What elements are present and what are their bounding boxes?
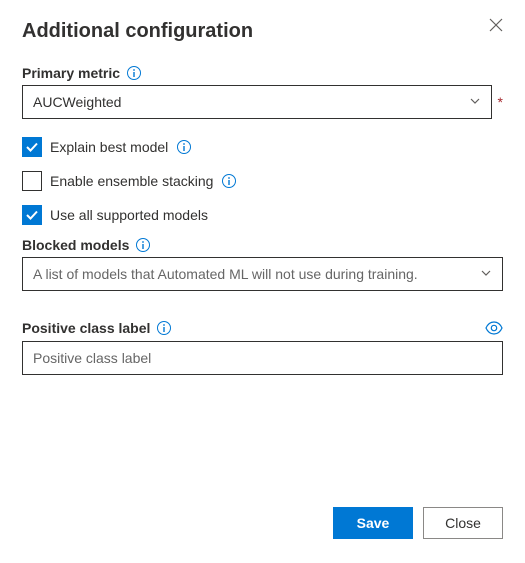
- info-icon[interactable]: [126, 65, 142, 81]
- blocked-models-select[interactable]: A list of models that Automated ML will …: [22, 257, 503, 291]
- primary-metric-select-wrap: AUCWeighted *: [22, 85, 503, 119]
- close-icon[interactable]: [489, 18, 503, 35]
- chevron-down-icon: [480, 266, 492, 282]
- primary-metric-label: Primary metric: [22, 65, 120, 81]
- info-icon[interactable]: [176, 139, 192, 155]
- info-icon[interactable]: [221, 173, 237, 189]
- use-all-models-label[interactable]: Use all supported models: [50, 207, 208, 223]
- chevron-down-icon: [469, 94, 481, 110]
- positive-class-label-row: Positive class label: [22, 319, 503, 337]
- ensemble-stacking-row: Enable ensemble stacking: [22, 171, 503, 191]
- positive-class-label: Positive class label: [22, 320, 150, 336]
- blocked-models-placeholder: A list of models that Automated ML will …: [33, 266, 418, 282]
- footer: Save Close: [333, 507, 503, 539]
- ensemble-stacking-label[interactable]: Enable ensemble stacking: [50, 173, 213, 189]
- panel-title: Additional configuration: [22, 20, 503, 43]
- info-icon[interactable]: [156, 320, 172, 336]
- blocked-models-label: Blocked models: [22, 237, 129, 253]
- ensemble-stacking-checkbox[interactable]: [22, 171, 42, 191]
- blocked-models-select-wrap: A list of models that Automated ML will …: [22, 257, 503, 291]
- close-button[interactable]: Close: [423, 507, 503, 539]
- required-indicator: *: [498, 94, 503, 110]
- explain-best-model-checkbox[interactable]: [22, 137, 42, 157]
- primary-metric-select[interactable]: AUCWeighted: [22, 85, 492, 119]
- primary-metric-label-row: Primary metric: [22, 65, 503, 81]
- positive-class-input[interactable]: [22, 341, 503, 375]
- use-all-models-checkbox[interactable]: [22, 205, 42, 225]
- save-button[interactable]: Save: [333, 507, 413, 539]
- explain-best-model-label[interactable]: Explain best model: [50, 139, 168, 155]
- explain-best-model-row: Explain best model: [22, 137, 503, 157]
- info-icon[interactable]: [135, 237, 151, 253]
- eye-icon[interactable]: [485, 319, 503, 337]
- blocked-models-label-row: Blocked models: [22, 237, 503, 253]
- use-all-models-row: Use all supported models: [22, 205, 503, 225]
- primary-metric-value: AUCWeighted: [33, 94, 121, 110]
